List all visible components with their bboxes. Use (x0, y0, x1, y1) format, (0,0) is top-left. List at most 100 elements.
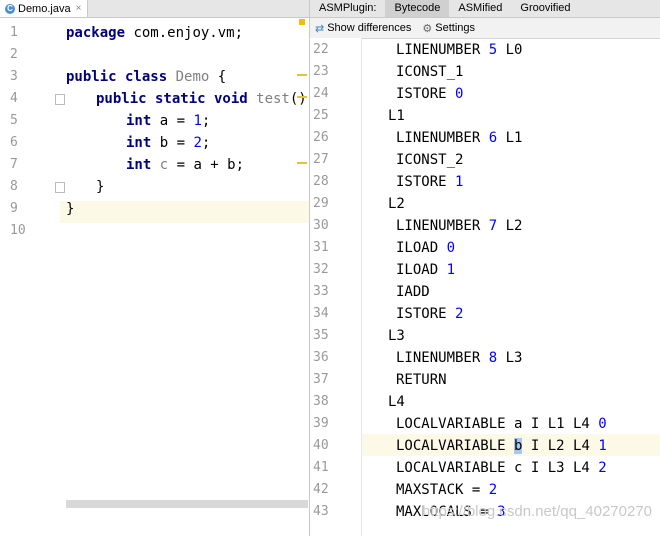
warning-stripe[interactable] (297, 96, 307, 98)
line-number: 27 (313, 152, 329, 167)
keyword: public static void (96, 91, 248, 107)
code-line-3: public class Demo { (66, 66, 226, 88)
operand-number: 1 (446, 262, 456, 278)
instruction: LOCALVARIABLE a I L1 L4 (396, 416, 599, 432)
line-number: 36 (313, 350, 329, 365)
bytecode-line: LOCALVARIABLE a I L1 L4 0 (396, 413, 607, 435)
code-line-4: public static void test() { (96, 88, 309, 110)
tab-asmified[interactable]: ASMified (449, 0, 511, 17)
bytecode-line: ISTORE 1 (396, 171, 463, 193)
line-number: 33 (313, 284, 329, 299)
tab-groovified[interactable]: Groovified (511, 0, 579, 17)
show-differences-label: Show differences (327, 22, 412, 34)
line-number: 26 (313, 130, 329, 145)
asm-tab-bar: ASMPlugin: Bytecode ASMified Groovified (310, 0, 660, 18)
line-number-gutter: 1 2 3 4 5 6 7 8 9 10 (0, 18, 60, 536)
line-number: 38 (313, 394, 329, 409)
line-number: 31 (313, 240, 329, 255)
bytecode-line: RETURN (396, 369, 447, 391)
code-line-6: int b = 2; (126, 132, 210, 154)
instruction: LINENUMBER (396, 218, 489, 234)
editor-tab-bar: C Demo.java × (0, 0, 309, 18)
instruction: LINENUMBER (396, 350, 489, 366)
instruction: MAXSTACK = (396, 482, 489, 498)
line-number: 7 (10, 157, 18, 172)
code-text: { (209, 69, 227, 85)
operand-number: 2 (598, 460, 607, 476)
number-literal: 1 (193, 113, 202, 129)
operand-number: 1 (455, 174, 464, 190)
operand-number: 8 (488, 350, 498, 366)
line-number: 3 (10, 69, 18, 84)
instruction: ICONST_1 (396, 64, 464, 80)
operand-number: 7 (488, 218, 498, 234)
line-number: 6 (10, 135, 18, 150)
line-number: 34 (313, 306, 329, 321)
settings-button[interactable]: ⚙ Settings (422, 22, 475, 35)
instruction: L3 (388, 328, 405, 344)
instruction: RETURN (396, 372, 447, 388)
instruction: IADD (396, 284, 430, 300)
code-line-9: } (66, 201, 75, 217)
line-number: 24 (313, 86, 329, 101)
operand-number: 2 (455, 306, 464, 322)
tab-bytecode[interactable]: Bytecode (385, 0, 450, 17)
bytecode-line: ISTORE 2 (396, 303, 463, 325)
line-number: 37 (313, 372, 329, 387)
settings-label: Settings (435, 22, 476, 34)
warning-indicator-icon[interactable] (299, 19, 305, 25)
warning-stripe[interactable] (297, 74, 307, 76)
keyword: package (66, 25, 126, 41)
code-text: a = (151, 113, 194, 129)
line-number: 10 (10, 223, 26, 238)
method-name: test (247, 91, 290, 107)
asm-toolbar: ⇄ Show differences ⚙ Settings (310, 18, 660, 39)
instruction: LINENUMBER (396, 130, 489, 146)
code-text: com.enjoy.vm; (125, 25, 244, 41)
instruction: ILOAD (396, 240, 447, 256)
horizontal-scrollbar[interactable] (66, 500, 308, 508)
line-number: 41 (313, 460, 329, 475)
operand-number: 0 (598, 416, 607, 432)
instruction: ISTORE (396, 174, 456, 190)
line-number: 28 (313, 174, 329, 189)
bytecode-line: ILOAD 0 (396, 237, 455, 259)
bytecode-line: LOCALVARIABLE c I L3 L4 2 (396, 457, 607, 479)
show-differences-button[interactable]: ⇄ Show differences (315, 22, 411, 35)
bytecode-line: LOCALVARIABLE b I L2 L4 1 (396, 435, 607, 457)
bytecode-gutter: 22 23 24 25 26 27 28 29 30 31 32 33 34 35 36 37 38 39 40 41… (310, 38, 362, 536)
instruction: LINENUMBER (396, 42, 489, 58)
code-text: ; (201, 135, 211, 151)
code-line-8: } (96, 179, 105, 195)
line-number: 4 (10, 91, 18, 106)
gear-icon: ⚙ (422, 22, 433, 35)
close-icon[interactable]: × (76, 3, 82, 14)
asm-plugin-pane: ASMPlugin: Bytecode ASMified Groovified … (310, 0, 660, 536)
bytecode-line: L4 (388, 391, 405, 413)
line-number: 29 (313, 196, 329, 211)
instruction: ISTORE (396, 86, 456, 102)
keyword: int (126, 113, 152, 129)
line-number: 30 (313, 218, 329, 233)
warning-stripe[interactable] (297, 162, 307, 164)
keyword: int (126, 157, 152, 173)
instruction: LOCALVARIABLE (396, 438, 515, 454)
line-number: 42 (313, 482, 329, 497)
code-text: ; (201, 113, 211, 129)
bytecode-line: MAXSTACK = 2 (396, 479, 497, 501)
code-text: () { (289, 91, 307, 107)
tab-demo-java[interactable]: C Demo.java × (0, 0, 89, 17)
instruction: ISTORE (396, 306, 456, 322)
watermark: https://blog.csdn.net/qq_40270270 (421, 503, 652, 520)
line-number: 43 (313, 504, 329, 519)
instruction: ICONST_2 (396, 152, 464, 168)
bytecode-line: ILOAD 1 (396, 259, 455, 281)
instruction: L2 (388, 196, 405, 212)
tab-label: Demo.java (18, 2, 71, 15)
class-name: Demo (167, 69, 210, 85)
operand-number: 0 (455, 86, 464, 102)
instruction: L4 (388, 394, 405, 410)
code-area[interactable]: package com.enjoy.vm; public class Demo … (60, 18, 309, 536)
instruction: L1 (388, 108, 405, 124)
bytecode-line: L3 (388, 325, 405, 347)
